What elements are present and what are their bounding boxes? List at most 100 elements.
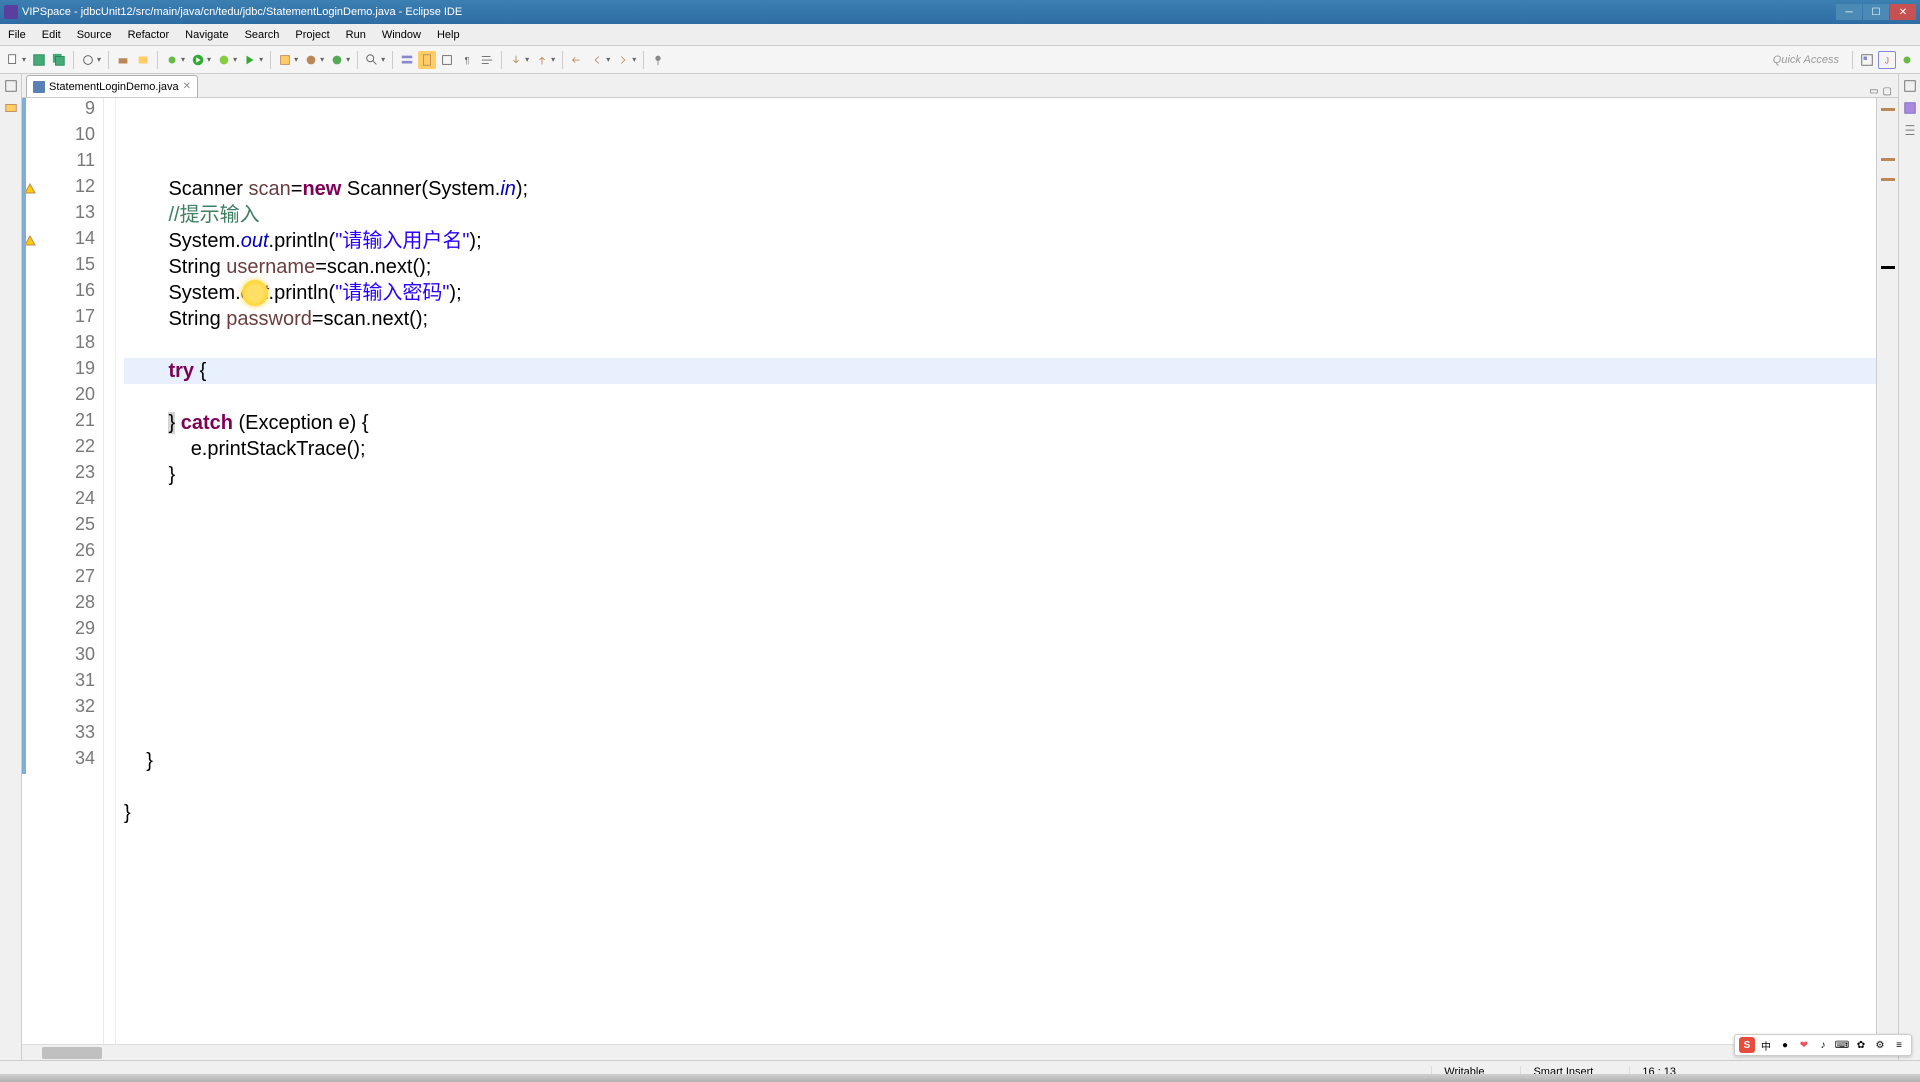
debug-perspective-button[interactable] xyxy=(1898,51,1916,69)
back-dropdown[interactable]: ▾ xyxy=(606,55,610,64)
debug-dropdown[interactable]: ▾ xyxy=(181,55,185,64)
menu-refactor[interactable]: Refactor xyxy=(120,29,178,41)
show-whitespace-button[interactable]: ¶ xyxy=(458,51,476,69)
restore-view-button[interactable] xyxy=(3,78,19,94)
menu-run[interactable]: Run xyxy=(338,29,374,41)
menu-navigate[interactable]: Navigate xyxy=(177,29,236,41)
last-edit-button[interactable] xyxy=(568,51,586,69)
ime-lang-button[interactable]: 中 xyxy=(1758,1037,1774,1053)
code-line[interactable]: } xyxy=(124,462,1876,488)
toggle-breadcrumb-button[interactable] xyxy=(398,51,416,69)
minimize-editor-icon[interactable]: ▭ xyxy=(1869,86,1878,97)
horizontal-scrollbar[interactable] xyxy=(22,1044,1898,1060)
code-line[interactable]: try { xyxy=(124,358,1876,384)
new-button[interactable] xyxy=(4,51,22,69)
code-line[interactable]: e.printStackTrace(); xyxy=(124,436,1876,462)
debug-button[interactable] xyxy=(163,51,181,69)
menu-file[interactable]: File xyxy=(0,29,34,41)
code-line[interactable] xyxy=(124,592,1876,618)
ime-tool-button[interactable]: ✿ xyxy=(1853,1037,1869,1053)
run-dropdown[interactable]: ▾ xyxy=(207,55,211,64)
code-line[interactable]: } xyxy=(124,748,1876,774)
outline-button[interactable] xyxy=(1902,122,1918,138)
next-annotation-dropdown[interactable]: ▾ xyxy=(525,55,529,64)
code-line[interactable] xyxy=(124,566,1876,592)
run-last-dropdown[interactable]: ▾ xyxy=(259,55,263,64)
coverage-dropdown[interactable]: ▾ xyxy=(233,55,237,64)
open-type-button[interactable] xyxy=(79,51,97,69)
next-annotation-button[interactable] xyxy=(507,51,525,69)
prev-annotation-button[interactable] xyxy=(533,51,551,69)
code-line[interactable] xyxy=(124,514,1876,540)
overview-ruler[interactable] xyxy=(1876,98,1898,1044)
search-button[interactable] xyxy=(363,51,381,69)
close-button[interactable]: ✕ xyxy=(1890,4,1916,20)
code-line[interactable] xyxy=(124,670,1876,696)
new-package-button[interactable] xyxy=(134,51,152,69)
code-line[interactable] xyxy=(124,722,1876,748)
menu-window[interactable]: Window xyxy=(374,29,429,41)
ime-softkb-button[interactable]: ⌨ xyxy=(1834,1037,1850,1053)
menu-help[interactable]: Help xyxy=(429,29,468,41)
new-dropdown[interactable]: ▾ xyxy=(22,55,26,64)
pin-button[interactable] xyxy=(649,51,667,69)
build-button[interactable] xyxy=(114,51,132,69)
code-line[interactable] xyxy=(124,618,1876,644)
new-java-class-dropdown[interactable]: ▾ xyxy=(346,55,350,64)
ime-menu-button[interactable]: ≡ xyxy=(1891,1037,1907,1053)
code-editor[interactable]: 9101112131415161718192021222324252627282… xyxy=(22,98,1898,1044)
code-line[interactable]: //提示输入 xyxy=(124,202,1876,228)
code-line[interactable]: Scanner scan=new Scanner(System.in); xyxy=(124,176,1876,202)
code-line[interactable]: } xyxy=(124,800,1876,826)
new-java-class-button[interactable] xyxy=(328,51,346,69)
menu-search[interactable]: Search xyxy=(237,29,288,41)
open-perspective-button[interactable] xyxy=(1858,51,1876,69)
menu-project[interactable]: Project xyxy=(287,29,337,41)
new-java-project-dropdown[interactable]: ▾ xyxy=(294,55,298,64)
new-java-project-button[interactable] xyxy=(276,51,294,69)
menu-edit[interactable]: Edit xyxy=(34,29,69,41)
run-button[interactable] xyxy=(189,51,207,69)
menu-source[interactable]: Source xyxy=(69,29,120,41)
code-line[interactable] xyxy=(124,696,1876,722)
toggle-word-wrap-button[interactable] xyxy=(478,51,496,69)
package-explorer-button[interactable] xyxy=(3,100,19,116)
toggle-block-button[interactable] xyxy=(438,51,456,69)
restore-right-button[interactable] xyxy=(1902,78,1918,94)
ime-settings-button[interactable]: ⚙ xyxy=(1872,1037,1888,1053)
code-line[interactable] xyxy=(124,540,1876,566)
task-list-button[interactable] xyxy=(1902,100,1918,116)
code-line[interactable]: String password=scan.next(); xyxy=(124,306,1876,332)
code-line[interactable]: String username=scan.next(); xyxy=(124,254,1876,280)
ime-skin-button[interactable]: ❤ xyxy=(1796,1037,1812,1053)
ime-voice-button[interactable]: ♪ xyxy=(1815,1037,1831,1053)
coverage-button[interactable] xyxy=(215,51,233,69)
code-line[interactable] xyxy=(124,384,1876,410)
quick-access[interactable]: Quick Access xyxy=(1773,54,1839,66)
toggle-mark-button[interactable] xyxy=(418,51,436,69)
new-java-package-button[interactable] xyxy=(302,51,320,69)
maximize-editor-icon[interactable]: ▢ xyxy=(1883,86,1892,97)
ime-punct-button[interactable]: ● xyxy=(1777,1037,1793,1053)
java-perspective-button[interactable]: J xyxy=(1878,51,1896,69)
open-type-dropdown[interactable]: ▾ xyxy=(97,55,101,64)
code-line[interactable] xyxy=(124,332,1876,358)
sogou-icon[interactable]: S xyxy=(1739,1037,1755,1053)
code-line[interactable] xyxy=(124,774,1876,800)
prev-annotation-dropdown[interactable]: ▾ xyxy=(551,55,555,64)
save-all-button[interactable] xyxy=(50,51,68,69)
run-last-button[interactable] xyxy=(241,51,259,69)
minimize-button[interactable]: ─ xyxy=(1836,4,1862,20)
maximize-button[interactable]: ☐ xyxy=(1863,4,1889,20)
new-java-package-dropdown[interactable]: ▾ xyxy=(320,55,324,64)
tab-close-icon[interactable]: ✕ xyxy=(183,81,191,92)
code-line[interactable]: } catch (Exception e) { xyxy=(124,410,1876,436)
code-line[interactable]: System.out.println("请输入密码"); xyxy=(124,280,1876,306)
code-line[interactable] xyxy=(124,826,1876,852)
search-dropdown[interactable]: ▾ xyxy=(381,55,385,64)
save-button[interactable] xyxy=(30,51,48,69)
code-line[interactable]: System.out.println("请输入用户名"); xyxy=(124,228,1876,254)
forward-button[interactable] xyxy=(614,51,632,69)
code-line[interactable] xyxy=(124,488,1876,514)
code-line[interactable] xyxy=(124,644,1876,670)
